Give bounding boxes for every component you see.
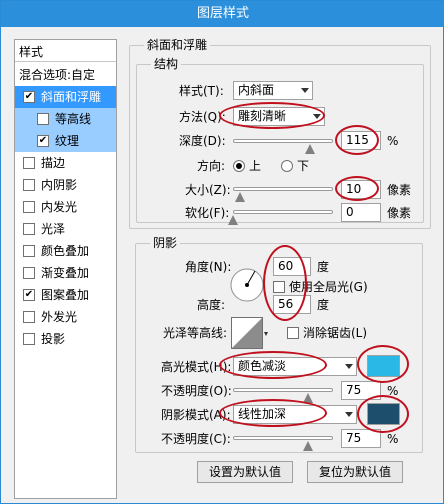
sidebar-item[interactable]: 内阴影 <box>15 174 116 196</box>
depth-slider-track[interactable] <box>233 139 333 143</box>
annotation-oval <box>357 345 409 383</box>
soften-slider-track[interactable] <box>233 210 333 214</box>
bevel-emboss-group: 斜面和浮雕 结构 <box>129 38 431 229</box>
styles-sidebar: 样式 混合选项:自定 ✔ 斜面和浮雕等高线 ✔ 纹理描边内阴影内发光光泽颜色叠加渐变叠… <box>14 39 117 499</box>
sidebar-checkbox[interactable] <box>23 245 35 257</box>
altitude-label: 高度: <box>197 298 226 312</box>
sidebar-divider <box>15 61 116 62</box>
annotation-oval <box>263 245 307 321</box>
annotation-oval <box>219 399 327 427</box>
sidebar-item-label: 投影 <box>41 332 66 346</box>
angle-unit: 度 <box>317 260 330 274</box>
sidebar-checkbox[interactable] <box>23 267 35 279</box>
depth-label: 深度(D): <box>179 134 226 148</box>
sidebar-checkbox[interactable] <box>23 201 35 213</box>
bevel-group-title: 斜面和浮雕 <box>144 38 211 52</box>
angle-label: 角度(N): <box>185 260 232 274</box>
size-slider-track[interactable] <box>233 187 333 191</box>
sidebar-checkbox[interactable]: ✔ <box>23 91 35 103</box>
sidebar-checkbox[interactable] <box>23 333 35 345</box>
direction-down-label: 下 <box>297 159 310 173</box>
set-default-button[interactable]: 设置为默认值 <box>197 461 293 483</box>
sidebar-item[interactable]: 描边 <box>15 152 116 174</box>
sidebar-checkbox[interactable] <box>23 157 35 169</box>
soften-unit: 像素 <box>387 206 412 220</box>
sidebar-item-label: 渐变叠加 <box>41 266 90 280</box>
direction-up-radio[interactable] <box>233 160 245 172</box>
sidebar-item-label: 颜色叠加 <box>41 244 90 258</box>
shadow-opacity-thumb[interactable] <box>303 441 313 451</box>
sidebar-item[interactable]: 内发光 <box>15 196 116 218</box>
sidebar-item-label: 外发光 <box>41 310 78 324</box>
highlight-opacity-track[interactable] <box>233 388 333 392</box>
chevron-down-icon <box>301 88 309 93</box>
antialias-checkbox[interactable] <box>287 327 299 339</box>
angle-dial[interactable] <box>229 267 265 303</box>
sidebar-item-label: 光泽 <box>41 222 66 236</box>
shading-title: 阴影 <box>150 236 181 250</box>
style-dropdown[interactable]: 内斜面 <box>233 81 313 100</box>
sidebar-checkbox[interactable] <box>23 223 35 235</box>
layer-style-dialog: 图层样式 样式 混合选项:自定 ✔ 斜面和浮雕等高线 ✔ 纹理描边内阴影内发光光泽颜色… <box>0 0 444 504</box>
window-title: 图层样式 <box>1 1 444 27</box>
size-label: 大小(Z): <box>185 183 231 197</box>
shadow-opacity-label: 不透明度(C): <box>161 432 231 446</box>
sidebar-item-label: 描边 <box>41 156 66 170</box>
highlight-opacity-label: 不透明度(O): <box>161 384 232 398</box>
annotation-oval <box>219 351 327 379</box>
shadow-opacity-unit: % <box>387 432 399 446</box>
soften-slider-thumb[interactable] <box>228 215 238 225</box>
chevron-down-icon <box>345 412 353 417</box>
sidebar-title: 样式 <box>19 45 44 59</box>
size-slider-thumb[interactable] <box>235 192 245 202</box>
direction-down-radio[interactable] <box>281 160 293 172</box>
sidebar-item-label: 等高线 <box>55 112 92 126</box>
sidebar-checkbox[interactable]: ✔ <box>23 289 35 301</box>
annotation-oval <box>335 125 379 155</box>
sidebar-item-label: 斜面和浮雕 <box>41 90 102 104</box>
style-label: 样式(T): <box>179 84 224 98</box>
gloss-contour-picker[interactable] <box>231 317 269 349</box>
style-value: 内斜面 <box>238 83 275 97</box>
annotation-oval <box>219 102 325 129</box>
sidebar-item[interactable]: ✔ 图案叠加 <box>15 284 116 306</box>
sidebar-item-label: 内阴影 <box>41 178 78 192</box>
sidebar-item[interactable]: 外发光 <box>15 306 116 328</box>
sidebar-item-label: 内发光 <box>41 200 78 214</box>
chevron-down-icon <box>345 364 353 369</box>
depth-unit: % <box>387 134 399 148</box>
sidebar-item-label: 纹理 <box>55 134 80 148</box>
sidebar-item[interactable]: ✔ 纹理 <box>15 130 116 152</box>
annotation-oval <box>357 395 409 433</box>
annotation-oval <box>335 176 379 201</box>
size-unit: 像素 <box>387 183 412 197</box>
sidebar-checkbox[interactable] <box>23 311 35 323</box>
reset-default-button[interactable]: 复位为默认值 <box>307 461 403 483</box>
sidebar-checkbox[interactable] <box>23 179 35 191</box>
gloss-contour-label: 光泽等高线: <box>163 326 228 340</box>
sidebar-item[interactable]: 渐变叠加 <box>15 262 116 284</box>
sidebar-checkbox[interactable]: ✔ <box>37 135 49 147</box>
sidebar-item-label: 图案叠加 <box>41 288 90 302</box>
soften-label: 软化(F): <box>185 206 230 220</box>
altitude-unit: 度 <box>317 298 330 312</box>
direction-label: 方向: <box>197 159 226 173</box>
structure-title: 结构 <box>151 57 182 71</box>
sidebar-item[interactable]: ✔ 斜面和浮雕 <box>15 86 116 108</box>
antialias-label: 消除锯齿(L) <box>303 326 368 340</box>
sidebar-item[interactable]: 等高线 <box>15 108 116 130</box>
sidebar-item[interactable]: 颜色叠加 <box>15 240 116 262</box>
direction-up-label: 上 <box>249 159 262 173</box>
sidebar-item-blend-options[interactable]: 混合选项:自定 <box>15 64 116 86</box>
shadow-opacity-track[interactable] <box>233 436 333 440</box>
sidebar-checkbox[interactable] <box>37 113 49 125</box>
sidebar-item[interactable]: 光泽 <box>15 218 116 240</box>
sidebar-item[interactable]: 投影 <box>15 328 116 350</box>
depth-slider-thumb[interactable] <box>305 144 315 154</box>
soften-input[interactable]: 0 <box>341 203 381 222</box>
